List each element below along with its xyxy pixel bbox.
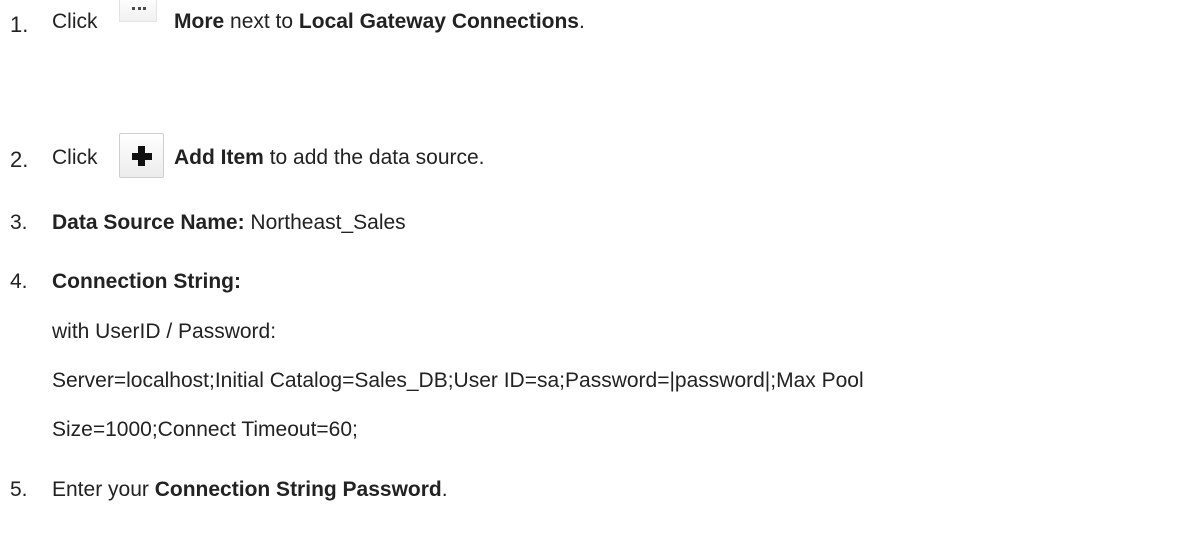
step-mid: next to — [230, 10, 294, 33]
data-source-name-label: Data Source Name: — [52, 211, 245, 234]
add-item-label: Add Item — [174, 146, 264, 169]
step-number: 5. — [10, 478, 28, 501]
connection-string-line-2: Server=localhost;Initial Catalog=Sales_D… — [52, 369, 864, 392]
connection-string-password-label: Connection String Password — [154, 478, 442, 501]
step-text: Click — [52, 10, 98, 34]
step-number: 2. — [10, 147, 29, 172]
connection-string-line-1: with UserID / Password: — [52, 320, 277, 343]
step-text: Click — [52, 146, 98, 170]
step-rest: More next to Local Gateway Connections. — [174, 10, 585, 34]
step-number: 3. — [10, 211, 28, 234]
step-number: 1. — [10, 12, 29, 37]
step-prefix: Click — [52, 146, 98, 169]
connection-string-label: Connection String: — [52, 270, 241, 294]
step-suffix: . — [579, 10, 585, 33]
step-prefix: Click — [52, 10, 98, 33]
step-suffix: . — [441, 478, 448, 501]
more-label: More — [174, 10, 225, 33]
step-prefix: Enter your — [52, 478, 149, 501]
step-rest: Add Item to add the data source. — [174, 146, 485, 170]
step-number: 4. — [10, 270, 28, 293]
add-item-icon — [119, 133, 164, 178]
connection-string-line-3: Size=1000;Connect Timeout=60; — [52, 418, 358, 441]
connection-string-heading: Connection String: — [52, 270, 241, 293]
data-source-name-value: Northeast_Sales — [250, 211, 406, 234]
step-text: Data Source Name: Northeast_Sales — [52, 211, 406, 235]
step-suffix: to add the data source. — [269, 146, 485, 169]
step-text: Enter your Connection String Password. — [52, 478, 448, 502]
local-gateway-connections-label: Local Gateway Connections — [298, 10, 579, 33]
more-icon — [119, 0, 157, 22]
